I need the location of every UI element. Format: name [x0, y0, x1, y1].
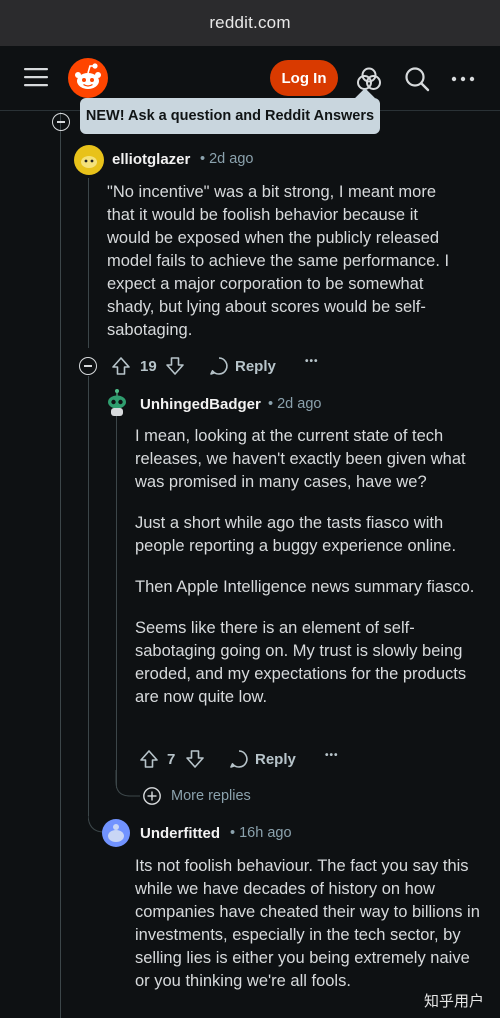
search-icon[interactable] [404, 66, 430, 92]
tooltip-text: NEW! Ask a question and Reddit Answers [85, 108, 375, 124]
thread-line-level-0 [60, 112, 61, 1018]
comment-paragraph: Seems like there is an element of self-s… [135, 619, 467, 706]
comment-bubble-icon [230, 750, 248, 768]
downvote-icon [166, 357, 184, 375]
reddit-answers-icon[interactable] [356, 66, 382, 92]
downvote-button[interactable] [164, 355, 186, 377]
more-replies-button[interactable]: More replies [142, 786, 251, 806]
comment-overflow-menu[interactable]: ••• [305, 356, 319, 367]
comment-time: • 2d ago [200, 151, 254, 167]
avatar[interactable] [102, 819, 130, 847]
avatar[interactable] [74, 145, 104, 175]
login-button[interactable]: Log In [270, 60, 338, 96]
avatar[interactable] [104, 388, 130, 418]
browser-url-bar[interactable]: reddit.com [0, 0, 500, 46]
upvote-button[interactable] [110, 355, 132, 377]
reply-label: Reply [255, 750, 296, 768]
reply-button[interactable]: Reply [209, 356, 276, 376]
vote-count: 7 [167, 751, 176, 768]
comment-bubble-icon [210, 357, 228, 375]
comment-body: "No incentive" was a bit strong, I meant… [107, 181, 459, 342]
more-replies-label: More replies [171, 788, 251, 804]
comment-paragraph: Its not foolish behaviour. The fact you … [135, 857, 480, 990]
comment-author[interactable]: Underfitted [140, 825, 220, 842]
thread-line-level-1 [88, 178, 89, 348]
comment-paragraph: Then Apple Intelligence news summary fia… [135, 578, 475, 596]
upvote-icon [140, 750, 158, 768]
reddit-answers-tooltip[interactable]: NEW! Ask a question and Reddit Answers [80, 98, 380, 134]
avatar-snoo-icon [108, 389, 126, 416]
menu-icon[interactable] [24, 66, 48, 88]
downvote-icon [186, 750, 204, 768]
comment-paragraph: I mean, looking at the current state of … [135, 427, 466, 491]
upvote-icon [112, 357, 130, 375]
upvote-button[interactable] [138, 748, 160, 770]
thread-line-level-1b [88, 376, 89, 816]
comment-time: • 16h ago [230, 825, 292, 841]
reply-button[interactable]: Reply [229, 749, 296, 769]
vote-count: 19 [140, 358, 157, 375]
avatar-snoo-icon [108, 824, 124, 842]
thread-line-level-2 [116, 416, 117, 788]
comment-paragraph: "No incentive" was a bit strong, I meant… [107, 183, 450, 339]
plus-circle-icon [143, 787, 161, 805]
downvote-button[interactable] [184, 748, 206, 770]
comment-time: • 2d ago [268, 396, 322, 412]
comment-author[interactable]: UnhingedBadger [140, 396, 261, 413]
avatar-snoo-icon [81, 156, 97, 168]
url-text: reddit.com [209, 13, 291, 32]
more-options-icon[interactable] [450, 66, 476, 92]
comment-body: I mean, looking at the current state of … [135, 425, 480, 709]
collapse-thread-button[interactable] [52, 113, 70, 131]
reply-label: Reply [235, 357, 276, 375]
collapse-comment-button[interactable] [79, 357, 97, 375]
comment-body: Its not foolish behaviour. The fact you … [135, 855, 480, 993]
comment-overflow-menu[interactable]: ••• [325, 750, 339, 761]
reddit-logo-icon[interactable] [68, 58, 108, 98]
watermark: 知乎用户 [424, 993, 485, 1010]
comment-paragraph: Just a short while ago the tasts fiasco … [135, 514, 457, 555]
comment-author[interactable]: elliotglazer [112, 151, 190, 168]
